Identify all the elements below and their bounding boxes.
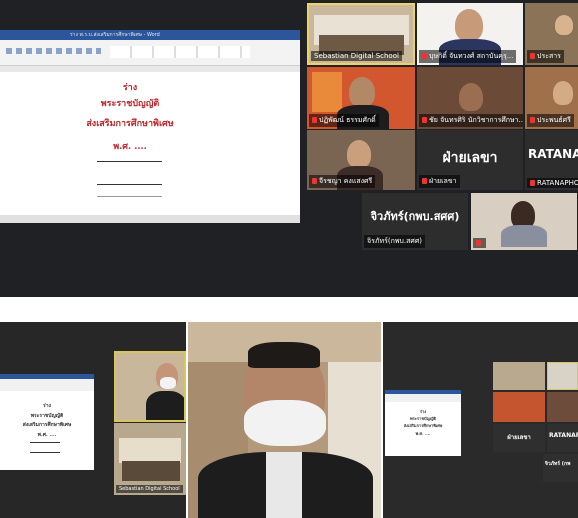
- word-title-text: ร่าง พ.ร.บ.ส่งเสริมการศึกษาพิเศษ - Word: [70, 32, 160, 38]
- participant-name: ประพนธ์ศรี: [527, 114, 574, 127]
- doc-line-draft: ร่าง: [43, 403, 51, 409]
- word-ribbon[interactable]: [0, 40, 300, 66]
- mic-muted-icon: [422, 117, 427, 123]
- participant-tile[interactable]: ฝ่ายเลขา ฝ่ายเลขา: [417, 130, 523, 190]
- participant-tile[interactable]: [547, 392, 578, 422]
- participant-name: ประสาร: [527, 50, 564, 63]
- doc-divider-1: [97, 161, 162, 162]
- word-title-bar: ร่าง พ.ร.บ.ส่งเสริมการศึกษาพิเศษ - Word: [0, 30, 300, 40]
- doc-divider-2: [97, 184, 162, 185]
- participant-tile[interactable]: ปฏิพัฒน์ ธรรมศักดิ์: [307, 67, 415, 129]
- doc-line-subject: ส่งเสริมการศึกษาพิเศษ: [86, 119, 174, 129]
- mic-muted-icon: [476, 240, 481, 246]
- mic-muted-icon: [530, 53, 535, 59]
- doc-line-draft: ร่าง: [419, 409, 427, 414]
- participant-display-name: RATANA: [528, 146, 578, 161]
- document-page: ร่าง พระราชบัญญัติ ส่งเสริมการศึกษาพิเศษ…: [0, 72, 300, 215]
- doc-line-act: พระราชบัญญัติ: [410, 416, 436, 421]
- image-separator: [0, 297, 578, 322]
- mic-muted-icon: [530, 180, 535, 186]
- participant-name: ปฏิพัฒน์ ธรรมศักดิ์: [309, 114, 379, 127]
- doc-line-year: พ.ศ. ....: [113, 142, 147, 152]
- participant-display-name: RATANAP: [549, 432, 578, 440]
- word-status-bar: [0, 215, 300, 223]
- bottom-center-video[interactable]: [188, 322, 381, 518]
- shared-document-window: ร่าง พระราชบัญญัติ ส่งเสริมการศึกษาพิเศษ…: [0, 374, 94, 470]
- participant-display-name: จิวภัทร์ (กพ: [545, 460, 571, 467]
- participant-tile[interactable]: ชัย จันทรศิริ นักวิชาการศึกษา...: [417, 67, 523, 129]
- participant-name: Sebastian Digital School: [116, 485, 183, 493]
- participant-tile[interactable]: Sebastian Digital School: [307, 3, 415, 65]
- doc-line-subject: ส่งเสริมการศึกษาพิเศษ: [22, 422, 72, 428]
- participant-tile[interactable]: ประสาร: [525, 3, 578, 65]
- participant-tile[interactable]: จิวภัทร์ (กพ: [543, 454, 578, 482]
- participant-name: จิรภัทร์(กพบ.สศศ): [364, 235, 425, 248]
- participant-name: [473, 238, 486, 248]
- participant-tile[interactable]: ฝ่ายเลขา: [493, 424, 545, 452]
- mic-muted-icon: [422, 53, 427, 59]
- doc-line-act: พระราชบัญญัติ: [30, 413, 64, 419]
- participant-display-name: ฝ่ายเลขา: [507, 434, 531, 442]
- participant-tile[interactable]: RATANA RATANAPHON: [525, 130, 578, 190]
- mic-muted-icon: [312, 117, 317, 123]
- participant-tile[interactable]: [493, 362, 545, 390]
- participant-tile[interactable]: [493, 392, 545, 422]
- participant-tile[interactable]: Sebastian Digital School: [114, 423, 186, 495]
- participant-name: จีรชญา คงแสงศรี: [309, 175, 376, 188]
- face-mask: [244, 400, 326, 446]
- participant-tile[interactable]: จีรชญา คงแสงศรี: [307, 130, 415, 190]
- doc-line-year: พ.ศ. ....: [415, 431, 431, 436]
- participant-tile[interactable]: [114, 351, 186, 422]
- doc-line-draft: ร่าง: [122, 83, 138, 93]
- participant-name: ฝ่ายเลขา: [419, 175, 460, 188]
- doc-divider-3: [97, 196, 162, 197]
- participant-display-name: ฝ่ายเลขา: [442, 149, 498, 166]
- shared-document-window: ร่าง พ.ร.บ.ส่งเสริมการศึกษาพิเศษ - Word …: [0, 30, 300, 223]
- doc-line-year: พ.ศ. ....: [37, 432, 57, 438]
- mic-muted-icon: [312, 178, 317, 184]
- participant-name: บุษกิติ์ จันทวงศ์ สถาบันคุรุ...: [419, 50, 517, 63]
- participant-name: ชัย จันทรศิริ นักวิชาการศึกษา...: [419, 114, 523, 127]
- participant-tile[interactable]: RATANAP: [547, 424, 578, 452]
- participant-tile[interactable]: บุษกิติ์ จันทวงศ์ สถาบันคุรุ...: [417, 3, 523, 65]
- participant-name: Sebastian Digital School: [311, 51, 402, 61]
- bottom-left-screen: ร่าง พระราชบัญญัติ ส่งเสริมการศึกษาพิเศษ…: [0, 322, 186, 518]
- participant-tile[interactable]: [547, 362, 578, 390]
- participant-name: RATANAPHON: [527, 178, 578, 188]
- mic-muted-icon: [530, 117, 535, 123]
- bottom-right-screen: ร่าง พระราชบัญญัติ ส่งเสริมการศึกษาพิเศษ…: [383, 322, 578, 518]
- mic-muted-icon: [422, 178, 427, 184]
- participant-display-name: จิวภัทร์(กพบ.สศศ): [370, 209, 460, 223]
- doc-line-act: พระราชบัญญัติ: [100, 99, 160, 109]
- participant-tile[interactable]: ประพนธ์ศรี: [525, 67, 578, 129]
- participant-tile[interactable]: จิวภัทร์(กพบ.สศศ) จิรภัทร์(กพบ.สศศ): [362, 193, 468, 250]
- participant-tile[interactable]: [471, 193, 577, 250]
- doc-line-subject: ส่งเสริมการศึกษาพิเศษ: [403, 423, 443, 428]
- top-meeting-screen: ร่าง พ.ร.บ.ส่งเสริมการศึกษาพิเศษ - Word …: [0, 0, 578, 297]
- shared-document-window: ร่าง พระราชบัญญัติ ส่งเสริมการศึกษาพิเศษ…: [385, 390, 461, 456]
